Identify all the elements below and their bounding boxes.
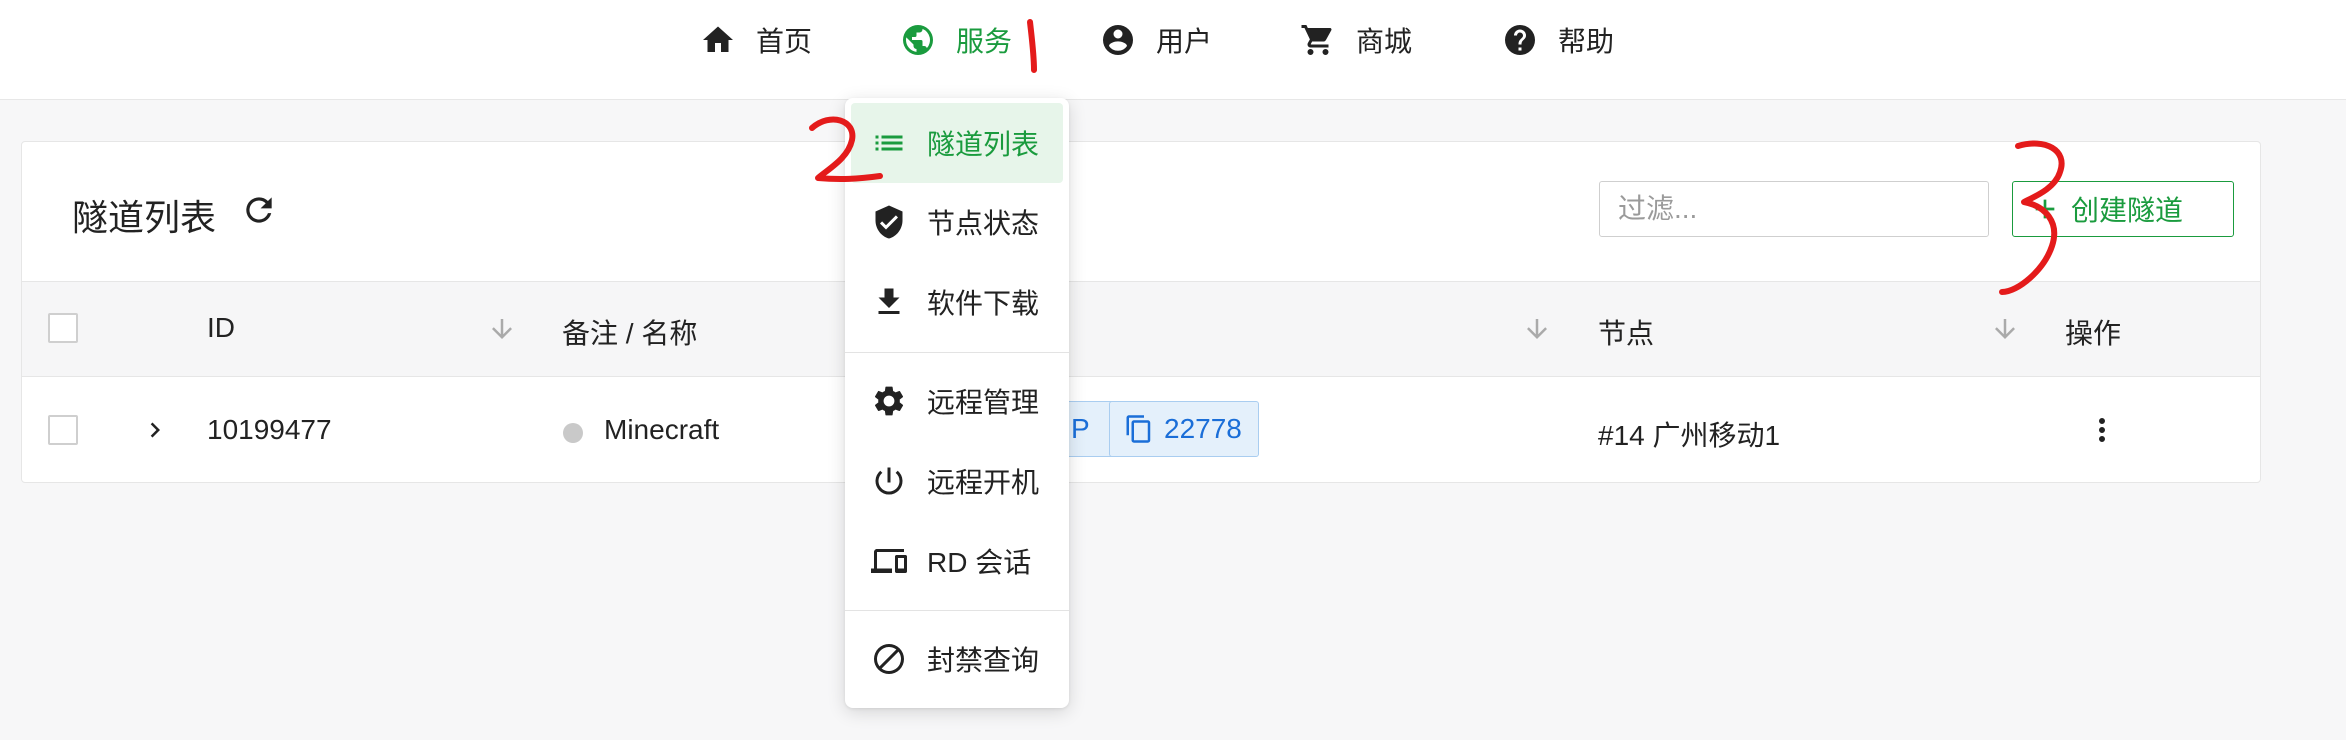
sort-arrow-icon[interactable]	[1522, 314, 1552, 344]
filter-input[interactable]	[1599, 181, 1989, 237]
refresh-icon[interactable]	[240, 191, 278, 229]
menu-item-remote-power-on[interactable]: 远程开机	[851, 441, 1063, 521]
services-dropdown-menu: 隧道列表 节点状态 软件下载 远程管理 远程开机 RD 会话 封禁查询	[845, 98, 1069, 708]
chevron-right-icon[interactable]	[140, 415, 170, 445]
menu-item-label: 远程管理	[927, 387, 1040, 418]
nav-item-store[interactable]: 商城	[1300, 18, 1412, 62]
tunnel-list-card: 隧道列表 创建隧道 ID 备注 / 名称 节点 操作 10199477 Mine…	[21, 141, 2261, 483]
port-label: 22778	[1164, 413, 1242, 444]
menu-item-rd-session[interactable]: RD 会话	[851, 521, 1063, 601]
create-tunnel-button[interactable]: 创建隧道	[2012, 181, 2234, 237]
nav-item-help[interactable]: 帮助	[1502, 18, 1614, 62]
tunnel-name: Minecraft	[604, 414, 720, 445]
column-header-node[interactable]: 节点	[1598, 312, 1654, 352]
port-chip[interactable]: 22778	[1109, 401, 1259, 457]
menu-divider	[845, 352, 1069, 353]
create-tunnel-label: 创建隧道	[2071, 195, 2184, 226]
more-vert-icon[interactable]	[2084, 412, 2120, 448]
home-icon	[703, 26, 733, 52]
download-icon	[878, 288, 900, 314]
sort-arrow-icon[interactable]	[487, 314, 517, 344]
shield-check-icon	[875, 205, 903, 239]
select-all-checkbox[interactable]	[48, 313, 78, 343]
protocol-chip-label: P	[1071, 413, 1090, 444]
table-header: ID 备注 / 名称 节点 操作	[22, 281, 2260, 377]
menu-item-label: 远程开机	[927, 467, 1040, 498]
tunnel-id: 10199477	[207, 414, 332, 445]
devices-icon	[871, 549, 907, 573]
menu-item-tunnel-list[interactable]: 隧道列表	[851, 103, 1063, 183]
row-checkbox[interactable]	[48, 415, 78, 445]
menu-item-label: 封禁查询	[927, 645, 1040, 676]
table-row[interactable]: 10199477 Minecraft P 22778 #14 广州移动1	[22, 377, 2260, 483]
menu-divider	[845, 610, 1069, 611]
column-header-name[interactable]: 备注 / 名称	[562, 312, 697, 352]
nav-item-user[interactable]: 用户	[1100, 18, 1212, 62]
page-title: 隧道列表	[72, 197, 217, 238]
cart-icon	[1301, 25, 1332, 55]
nav-item-home[interactable]: 首页	[700, 18, 812, 62]
menu-item-label: 隧道列表	[927, 129, 1040, 160]
nav-item-services[interactable]: 服务	[900, 18, 1012, 62]
menu-item-software-download[interactable]: 软件下载	[851, 262, 1063, 342]
block-icon	[874, 644, 904, 674]
plus-icon	[2035, 199, 2055, 219]
list-icon	[875, 135, 903, 151]
nav-item-label: 用户	[1156, 26, 1213, 57]
menu-item-remote-management[interactable]: 远程管理	[851, 361, 1063, 441]
nav-item-label: 服务	[956, 26, 1013, 57]
column-header-id[interactable]: ID	[207, 312, 235, 344]
menu-item-ban-lookup[interactable]: 封禁查询	[851, 619, 1063, 699]
power-icon	[875, 467, 903, 495]
copy-icon	[1126, 415, 1151, 443]
globe-icon	[903, 25, 933, 55]
column-header-actions: 操作	[2065, 318, 2122, 349]
account-circle-icon	[1103, 25, 1133, 55]
status-dot	[563, 423, 583, 443]
top-navigation: 首页 服务 用户 商城 帮助	[0, 0, 2346, 100]
menu-item-label: RD 会话	[927, 547, 1032, 578]
nav-item-label: 商城	[1356, 26, 1413, 57]
protocol-chip[interactable]: P	[1062, 401, 1114, 457]
node-name: #14 广州移动1	[1598, 420, 1781, 451]
sort-arrow-icon[interactable]	[1990, 314, 2020, 344]
gear-icon	[875, 386, 904, 416]
nav-item-label: 首页	[756, 26, 813, 57]
menu-item-label: 节点状态	[927, 208, 1040, 239]
nav-item-label: 帮助	[1558, 26, 1615, 57]
help-circle-icon	[1505, 25, 1535, 55]
menu-item-node-status[interactable]: 节点状态	[851, 182, 1063, 262]
menu-item-label: 软件下载	[927, 288, 1040, 319]
